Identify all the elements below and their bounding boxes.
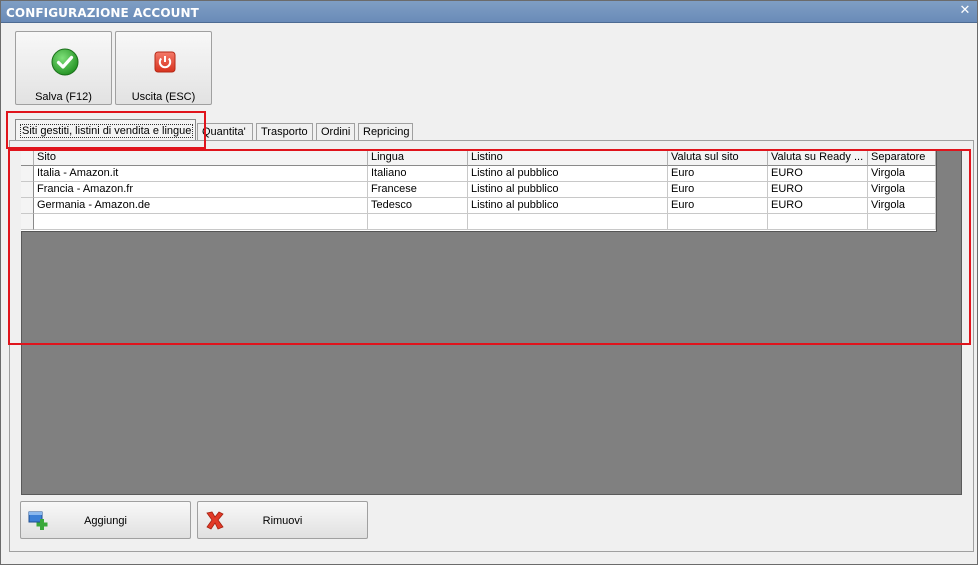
exit-button[interactable]: Uscita (ESC) [115, 31, 212, 105]
cell-sito[interactable]: Italia - Amazon.it [34, 166, 368, 182]
cell-lingua[interactable]: Tedesco [368, 198, 468, 214]
cell-valuta-ready[interactable]: EURO [768, 182, 868, 198]
grid-header-row: Sito Lingua Listino Valuta sul sito Valu… [21, 150, 936, 166]
title-bar: CONFIGURAZIONE ACCOUNT ✕ [1, 1, 977, 23]
table-row[interactable]: Italia - Amazon.it Italiano Listino al p… [21, 166, 936, 182]
cell-sito[interactable]: Germania - Amazon.de [34, 198, 368, 214]
column-header-lingua[interactable]: Lingua [368, 150, 468, 166]
cell-separatore[interactable]: Virgola [868, 198, 936, 214]
new-row[interactable] [21, 214, 936, 230]
column-header-separatore[interactable]: Separatore [868, 150, 936, 166]
save-button[interactable]: Salva (F12) [15, 31, 112, 105]
remove-button[interactable]: Rimuovi [197, 501, 368, 539]
power-icon [154, 51, 176, 73]
cell-valuta-sito[interactable]: Euro [668, 198, 768, 214]
tab-label: Trasporto [261, 126, 308, 138]
row-indicator [21, 150, 34, 166]
tab-label: Quantita' [202, 126, 246, 138]
remove-button-label: Rimuovi [262, 515, 303, 527]
table-row[interactable]: Francia - Amazon.fr Francese Listino al … [21, 182, 936, 198]
tab-label: Ordini [321, 126, 351, 138]
tab-repricing[interactable]: Repricing [358, 123, 413, 141]
row-indicator [21, 166, 34, 182]
cell-listino[interactable]: Listino al pubblico [468, 198, 668, 214]
cell-empty[interactable] [668, 214, 768, 230]
add-button[interactable]: Aggiungi [20, 501, 191, 539]
cell-empty[interactable] [868, 214, 936, 230]
cell-lingua[interactable]: Francese [368, 182, 468, 198]
tab-sites[interactable]: Siti gestiti, listini di vendita e lingu… [15, 119, 196, 142]
cell-listino[interactable]: Listino al pubblico [468, 182, 668, 198]
row-indicator [21, 198, 34, 214]
cell-empty[interactable] [768, 214, 868, 230]
table-row[interactable]: Germania - Amazon.de Tedesco Listino al … [21, 198, 936, 214]
cell-valuta-ready[interactable]: EURO [768, 198, 868, 214]
cell-empty[interactable] [368, 214, 468, 230]
cell-valuta-ready[interactable]: EURO [768, 166, 868, 182]
row-indicator [21, 182, 34, 198]
cell-valuta-sito[interactable]: Euro [668, 182, 768, 198]
cell-sito[interactable]: Francia - Amazon.fr [34, 182, 368, 198]
cell-empty[interactable] [468, 214, 668, 230]
column-header-valuta-sito[interactable]: Valuta sul sito [668, 150, 768, 166]
row-indicator [21, 214, 34, 230]
cell-listino[interactable]: Listino al pubblico [468, 166, 668, 182]
config-account-window: CONFIGURAZIONE ACCOUNT ✕ Salva (F12) Usc… [0, 0, 978, 565]
add-button-label: Aggiungi [84, 515, 127, 527]
cell-valuta-sito[interactable]: Euro [668, 166, 768, 182]
tab-strip: Siti gestiti, listini di vendita e lingu… [1, 117, 978, 142]
check-circle-icon [51, 48, 79, 76]
cell-lingua[interactable]: Italiano [368, 166, 468, 182]
cell-separatore[interactable]: Virgola [868, 182, 936, 198]
tab-label: Siti gestiti, listini di vendita e lingu… [20, 124, 194, 138]
column-header-sito[interactable]: Sito [34, 150, 368, 166]
tab-quantity[interactable]: Quantita' [197, 123, 253, 141]
tab-label: Repricing [363, 126, 410, 138]
exit-button-label: Uscita (ESC) [131, 91, 196, 103]
column-header-listino[interactable]: Listino [468, 150, 668, 166]
save-button-label: Salva (F12) [35, 91, 92, 103]
cell-empty[interactable] [34, 214, 368, 230]
window-title: CONFIGURAZIONE ACCOUNT [6, 6, 199, 20]
tab-orders[interactable]: Ordini [316, 123, 355, 141]
cell-separatore[interactable]: Virgola [868, 166, 936, 182]
tab-shipping[interactable]: Trasporto [256, 123, 313, 141]
column-header-valuta-ready[interactable]: Valuta su Ready ... [768, 150, 868, 166]
sites-grid[interactable]: Sito Lingua Listino Valuta sul sito Valu… [21, 150, 937, 232]
close-icon[interactable]: ✕ [957, 3, 973, 19]
